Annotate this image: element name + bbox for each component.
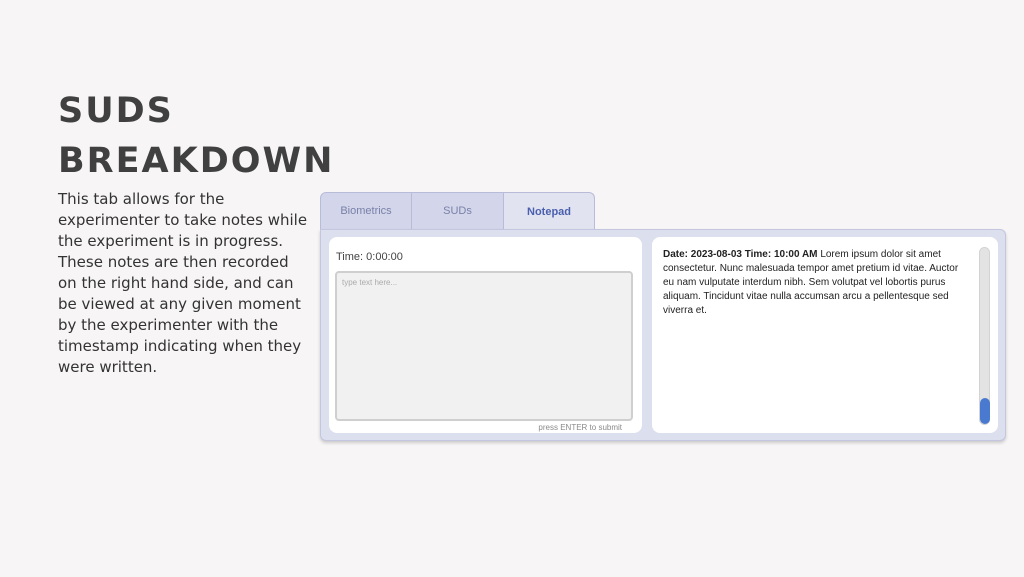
tab-notepad[interactable]: Notepad	[504, 192, 595, 230]
slide-title: SUDS BREAKDOWN	[58, 86, 334, 186]
log-entry-timestamp: Date: 2023-08-03 Time: 10:00 AM	[663, 249, 818, 260]
log-entry: Date: 2023-08-03 Time: 10:00 AM Lorem ip…	[663, 248, 968, 318]
log-scrollbar[interactable]	[979, 247, 990, 425]
note-entry-card: Time: 0:00:00 press ENTER to submit	[329, 237, 642, 433]
tab-biometrics[interactable]: Biometrics	[320, 192, 412, 229]
tab-bar: Biometrics SUDs Notepad	[320, 192, 595, 230]
submit-hint: press ENTER to submit	[538, 423, 622, 432]
log-scrollbar-thumb[interactable]	[980, 398, 990, 424]
slide-title-line-1: SUDS	[58, 91, 174, 131]
note-text-input[interactable]	[335, 271, 633, 421]
notepad-app-window: Biometrics SUDs Notepad Time: 0:00:00 pr…	[320, 192, 1006, 442]
tab-suds[interactable]: SUDs	[412, 192, 504, 229]
notes-log-card: Date: 2023-08-03 Time: 10:00 AM Lorem ip…	[652, 237, 998, 433]
notes-log: Date: 2023-08-03 Time: 10:00 AM Lorem ip…	[663, 248, 968, 318]
notepad-panel: Time: 0:00:00 press ENTER to submit Date…	[320, 229, 1006, 441]
timer-display: Time: 0:00:00	[336, 251, 403, 263]
slide-title-line-2: BREAKDOWN	[58, 141, 335, 181]
slide-description: This tab allows for the experimenter to …	[58, 190, 308, 376]
